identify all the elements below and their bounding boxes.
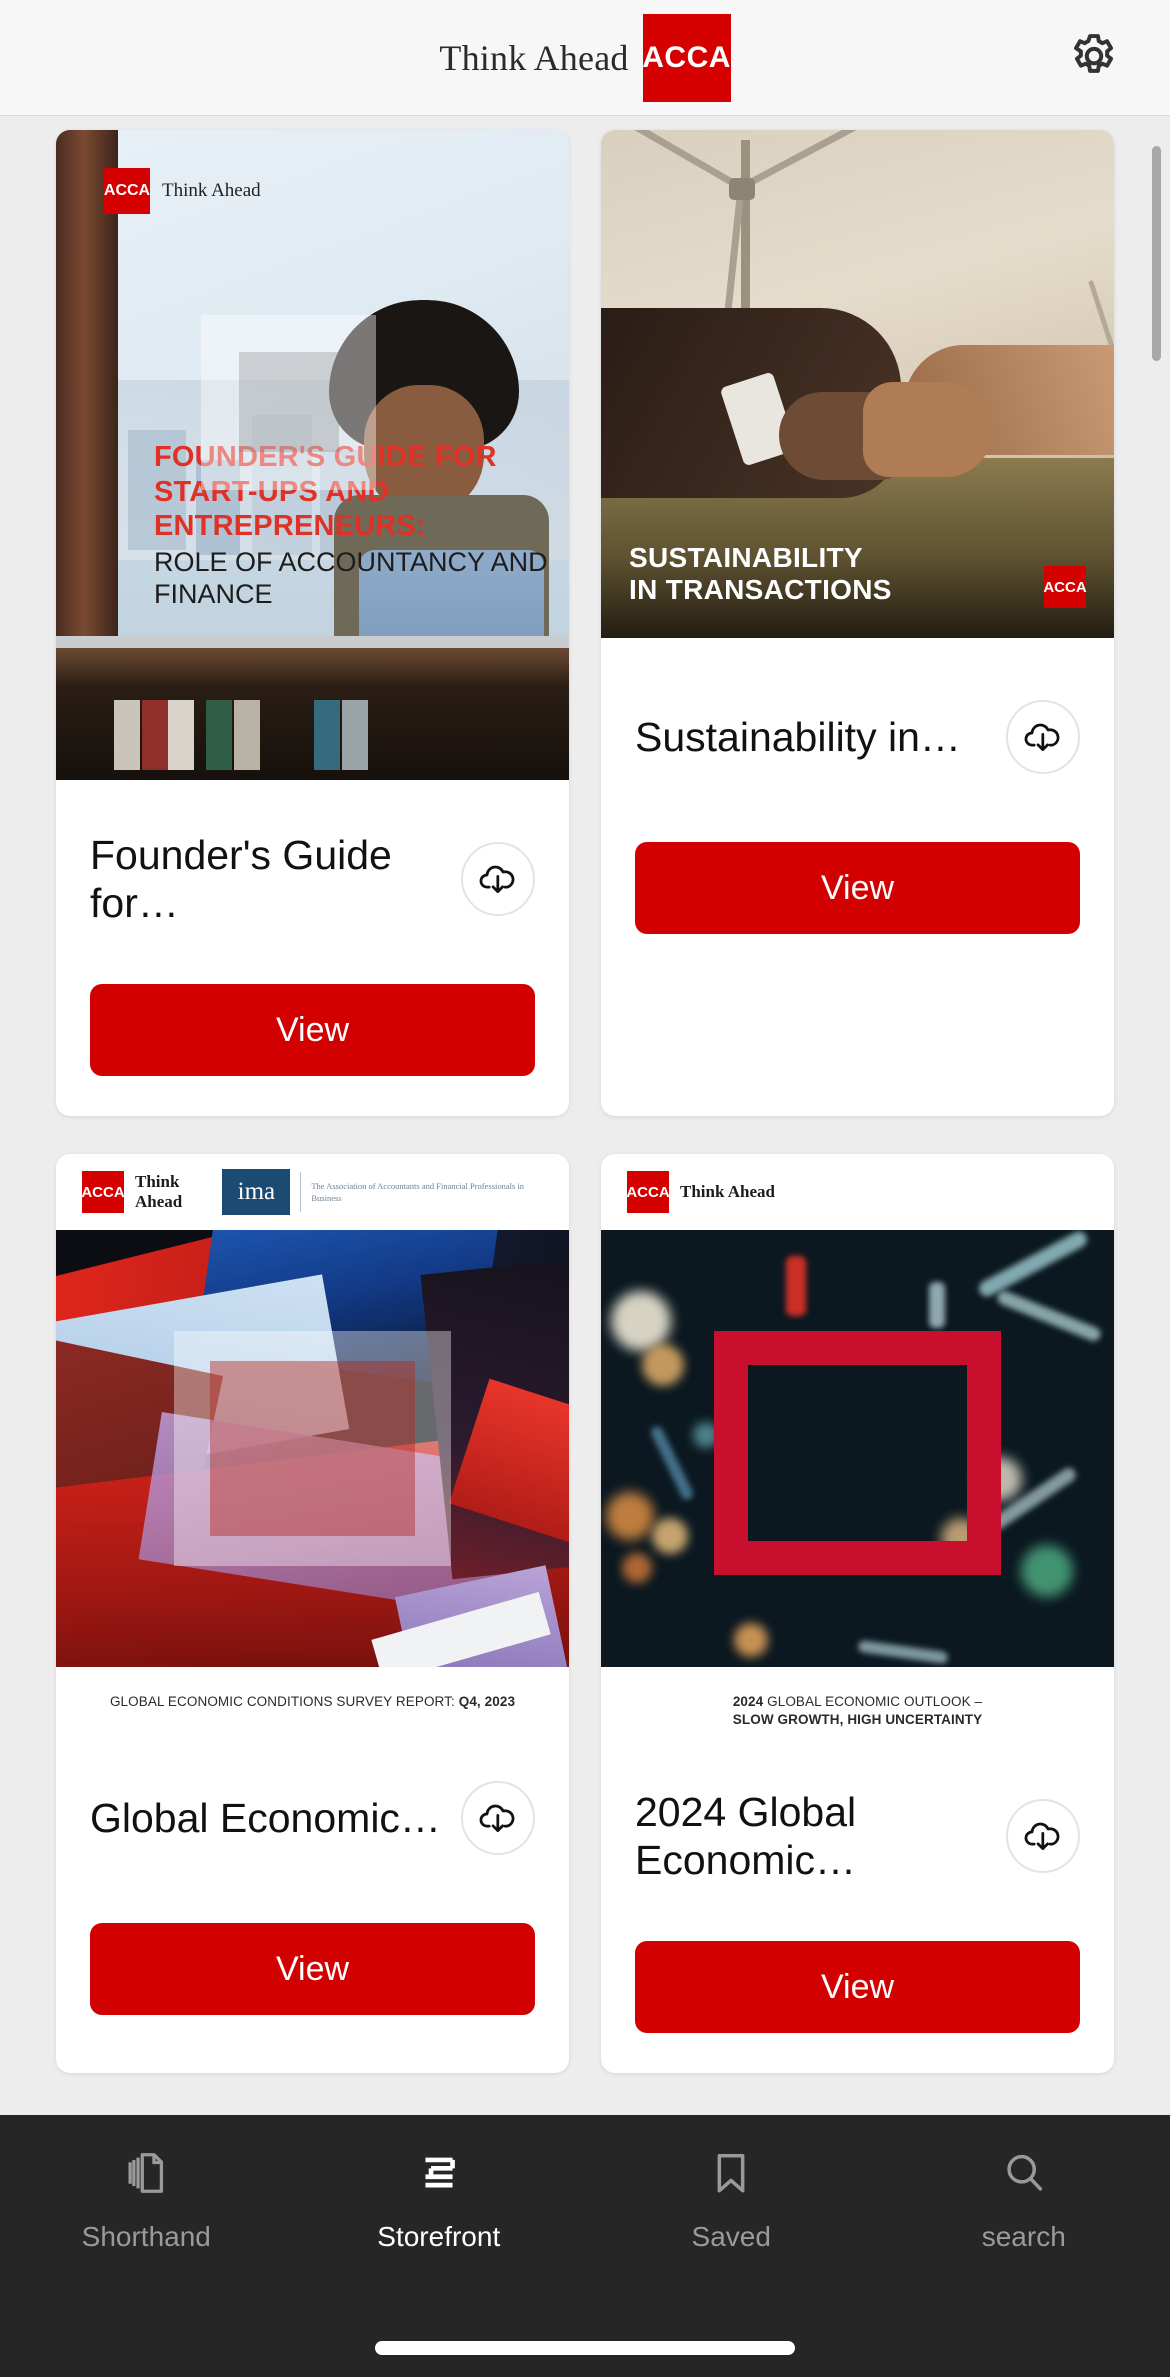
cloud-download-icon [1024,1823,1060,1851]
cover-caption: 2024 GLOBAL ECONOMIC OUTLOOK – SLOW GROW… [601,1667,1114,1737]
card-title: Global Economic… [90,1795,441,1842]
card-body: Founder's Guide for… View [56,780,569,1116]
download-button[interactable] [1006,1799,1080,1874]
cover-gecs-abstract [56,1230,569,1667]
download-button[interactable] [461,1781,535,1856]
cloud-download-icon [1024,723,1060,752]
card-title: 2024 Global Economic… [635,1789,857,1884]
cover-headline-line2: IN TRANSACTIONS [629,573,892,605]
storefront-lines-icon [425,2157,455,2188]
card-title: Founder's Guide for… [90,831,392,926]
tab-label: search [981,2221,1066,2252]
caption-text: GLOBAL ECONOMIC CONDITIONS SURVEY REPORT… [109,1694,459,1709]
cloud-download-icon [479,865,515,894]
vertical-scrollbar[interactable] [1152,146,1161,361]
cover-sustainability: SUSTAINABILITY IN TRANSACTIONS ACCA [601,130,1114,638]
acca-logo: ACCA [81,1171,125,1213]
download-button[interactable] [461,842,535,916]
card-body: 2024 Global Economic… View [601,1737,1114,2073]
card-title: Sustainability in… [635,713,961,760]
cover-tagline: Think Ahead [135,1172,183,1211]
cloud-download-icon [479,1804,515,1833]
card-title-row: Sustainability in… [635,662,1080,812]
tab-search[interactable]: search [878,2145,1170,2315]
tab-saved[interactable]: Saved [585,2145,878,2315]
download-button[interactable] [1006,700,1080,774]
tab-shorthand[interactable]: Shorthand [0,2145,293,2315]
top-app-bar: Think Ahead ACCA [0,0,1170,116]
documents-stack-icon [128,2153,164,2193]
tab-label: Storefront [377,2221,501,2252]
caption-year: 2024 [732,1694,764,1709]
app-screen: Think Ahead ACCA ACCA Think Ahead FOUNDE… [0,0,1170,2377]
tab-label: Shorthand [81,2221,211,2252]
card-title-row: Global Economic… [90,1743,535,1893]
bookmark-icon [717,2153,745,2193]
card-body: Global Economic… View [56,1719,569,2073]
acca-lockup: ACCA Think Ahead [626,1171,775,1213]
search-icon [1007,2154,1042,2191]
acca-logo: ACCA [104,168,150,214]
ima-lockup: ima The Association of Accountants and F… [222,1169,543,1215]
cover-tagline: Think Ahead [162,180,261,201]
view-button[interactable]: View [90,1923,535,2016]
view-button[interactable]: View [635,1941,1080,2034]
cover-acca-logo: ACCA [1043,566,1087,608]
card-title-row: Founder's Guide for… [90,804,535,954]
cover-founders-guide: ACCA Think Ahead FOUNDER'S GUIDE FOR STA… [56,130,569,780]
gear-icon [1074,33,1114,73]
home-indicator [375,2341,795,2355]
publication-card[interactable]: SUSTAINABILITY IN TRANSACTIONS ACCA Sust… [601,130,1114,1116]
tab-label: Saved [691,2221,771,2252]
settings-button[interactable] [1062,26,1126,90]
divider [300,1172,302,1212]
cover-logo-strip: ACCA Think Ahead [601,1154,1114,1230]
caption-emphasis: SLOW GROWTH, HIGH UNCERTAINTY [732,1712,983,1728]
view-button[interactable]: View [90,984,535,1076]
publication-card[interactable]: ACCA Think Ahead ima The Association of … [56,1154,569,2074]
ima-tagline: The Association of Accountants and Finan… [311,1180,525,1203]
publication-card[interactable]: ACCA Think Ahead 2024 GLOBAL ECONOMIC OU… [601,1154,1114,2074]
view-button[interactable]: View [635,842,1080,934]
cover-headline-line1: SUSTAINABILITY [629,541,863,573]
publication-grid: ACCA Think Ahead FOUNDER'S GUIDE FOR STA… [0,116,1170,2074]
card-title-row: 2024 Global Economic… [635,1761,1080,1911]
brand-lockup: Think Ahead ACCA [439,13,731,102]
tab-storefront[interactable]: Storefront [293,2145,586,2315]
bottom-tab-bar: Shorthand Storefront Saved search [0,2115,1170,2377]
brand-tagline: Think Ahead [439,37,629,78]
ima-logo: ima [222,1169,291,1215]
storefront-scroll-area[interactable]: ACCA Think Ahead FOUNDER'S GUIDE FOR STA… [0,116,1170,2116]
cover-brand-lockup: ACCA Think Ahead [104,168,261,214]
cover-outlook-bokeh [601,1230,1114,1667]
cover-caption: GLOBAL ECONOMIC CONDITIONS SURVEY REPORT… [56,1667,569,1719]
acca-lockup: ACCA Think Ahead [81,1171,222,1213]
publication-card[interactable]: ACCA Think Ahead FOUNDER'S GUIDE FOR STA… [56,130,569,1116]
caption-text: GLOBAL ECONOMIC OUTLOOK – [763,1694,983,1709]
acca-logo: ACCA [1043,566,1087,608]
acca-logo: ACCA [626,1171,670,1213]
cover-headline: SUSTAINABILITY IN TRANSACTIONS [629,542,892,606]
cover-tagline: Think Ahead [680,1182,775,1201]
cover-logo-strip: ACCA Think Ahead ima The Association of … [56,1154,569,1230]
card-body: Sustainability in… View [601,638,1114,1116]
caption-emphasis: Q4, 2023 [458,1694,516,1709]
acca-logo: ACCA [642,13,731,102]
cover-subhead: ROLE OF ACCOUNTANCY AND FINANCE [154,546,548,609]
